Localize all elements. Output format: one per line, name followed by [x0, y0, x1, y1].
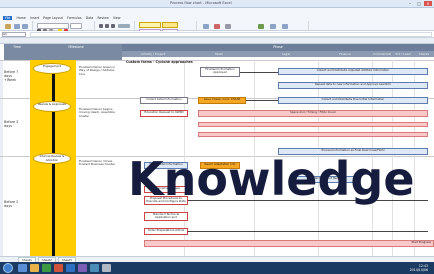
align-left-icon[interactable] [99, 24, 103, 28]
time-header-label: Time [13, 45, 21, 49]
excel-window: Process flow chart - Microsoft Excel – □… [0, 0, 434, 274]
format-cells-icon[interactable] [225, 24, 231, 29]
time-cell-3: Before 2 days [4, 200, 19, 208]
flow-box: Standard Technical Application and Consi… [144, 212, 188, 221]
milestone-label-3: Internal Review & Adoption [39, 154, 65, 162]
cut-icon[interactable] [14, 24, 20, 29]
row-description-1: Finalised Owner Green in Way of Design /… [79, 65, 116, 76]
time-cell-2: Before 3 days [4, 120, 19, 128]
close-button[interactable]: × [424, 1, 432, 6]
lane-header-6: Clients [414, 51, 434, 57]
watermark-text: Knowledge [128, 152, 415, 206]
milestone-label-1: Engagement [43, 64, 61, 68]
ie-icon[interactable] [18, 264, 27, 272]
tab-formulas[interactable]: Formulas [67, 16, 82, 20]
align-center-icon[interactable] [105, 24, 109, 28]
outlook-icon[interactable] [90, 264, 99, 272]
maximize-button[interactable]: □ [415, 1, 423, 6]
milestone-ellipse-3: Internal Review & Adoption [33, 153, 71, 164]
flow-arrow [246, 100, 278, 101]
powerpoint-icon[interactable] [54, 264, 63, 272]
paste-icon[interactable] [5, 24, 11, 29]
flow-box: Order Preparations Article [144, 228, 188, 235]
flow-box: Finalised Information Approved [200, 67, 240, 77]
align-right-icon[interactable] [111, 24, 115, 28]
style-highlight[interactable] [139, 22, 161, 28]
style-neutral[interactable] [162, 22, 178, 28]
sort-filter-icon[interactable] [270, 24, 276, 29]
row-description-2: Finalised Owner begins moving (lead), As… [79, 107, 115, 118]
taskbar-clock[interactable]: 12:43 2014/10/06 [410, 264, 428, 272]
flow-box: Collect Initial Information [140, 97, 188, 104]
flow-box-highlight: Issue Cheek, Cont. CHASE [198, 97, 246, 104]
flow-box: Collect and Distribute Due Initial Infor… [278, 97, 428, 104]
flow-box: Space 2nd / Timing / Fit/Ar Invoic [198, 110, 428, 117]
lane-header-1: Team [184, 51, 254, 57]
formula-input[interactable] [30, 32, 432, 37]
section-title: Custom forms - Cyclone approaches [126, 60, 193, 64]
taskbar: 12:43 2014/10/06 [0, 262, 434, 274]
milestone-label-2: Review & Approvals [38, 102, 66, 106]
flow-bar [198, 122, 428, 127]
flow-box: Start Progress [144, 240, 434, 247]
insert-cells-icon[interactable] [203, 24, 209, 29]
onenote-icon[interactable] [78, 264, 87, 272]
lane-header-0: Activity / Project [122, 51, 184, 57]
flow-bar [198, 132, 428, 137]
autosum-icon[interactable] [258, 24, 264, 29]
word-icon[interactable] [66, 264, 75, 272]
row-description-3: Finalised Owner moves forward Business C… [79, 159, 115, 167]
milestone-header: Milestone [30, 44, 122, 60]
time-cell-1: Before 7 days +Week [4, 70, 19, 82]
start-button[interactable] [3, 263, 13, 273]
phase-header: Phase [122, 44, 434, 51]
milestone-ellipse-1: Engagement [33, 63, 71, 74]
flow-arrow [188, 231, 428, 232]
window-title: Process flow chart - Microsoft Excel [170, 1, 232, 5]
app-icon[interactable] [102, 264, 111, 272]
title-bar: Process flow chart - Microsoft Excel – □… [0, 0, 434, 8]
minimize-button[interactable]: – [406, 1, 414, 6]
tab-data[interactable]: Data [86, 16, 94, 20]
tab-review[interactable]: Review [97, 16, 108, 20]
copy-icon[interactable] [22, 24, 28, 29]
tab-file[interactable]: File [3, 16, 13, 20]
lane-header-3: Finance [318, 51, 372, 57]
font-size-select[interactable] [70, 23, 82, 29]
formula-bar: A1 [0, 31, 434, 38]
lane-header-2: Legal [254, 51, 318, 57]
ribbon-tabs: File Home Insert Page Layout Formulas Da… [3, 16, 124, 20]
name-box[interactable]: A1 [2, 32, 26, 37]
tab-home[interactable]: Home [16, 16, 25, 20]
lane-header-4: Commercial [372, 51, 392, 57]
folder-icon[interactable] [30, 264, 39, 272]
delete-cells-icon[interactable] [214, 24, 220, 29]
tab-page-layout[interactable]: Page Layout [43, 16, 63, 20]
phase-header-label: Phase [273, 45, 283, 49]
tab-insert[interactable]: Insert [30, 16, 39, 20]
milestone-ellipse-2: Review & Approvals [33, 101, 71, 112]
merge-center-icon[interactable] [118, 24, 130, 28]
lane-header-5: ICT / Lead [392, 51, 414, 57]
tab-view[interactable]: View [113, 16, 121, 20]
excel-taskbar-icon[interactable] [42, 264, 51, 272]
find-select-icon[interactable] [282, 24, 288, 29]
clock-date: 2014/10/06 [409, 268, 428, 272]
flow-arrow [240, 72, 278, 73]
milestone-header-label: Milestone [68, 45, 84, 49]
time-header: Time [4, 44, 30, 60]
flow-box: Repeat data to new information and Appro… [278, 82, 428, 89]
flow-box: Collect and Distribute Adjusted Allotted… [278, 68, 428, 75]
ribbon: File Home Insert Page Layout Formulas Da… [0, 8, 434, 36]
flow-box: Education Request to KWRD [140, 110, 188, 117]
